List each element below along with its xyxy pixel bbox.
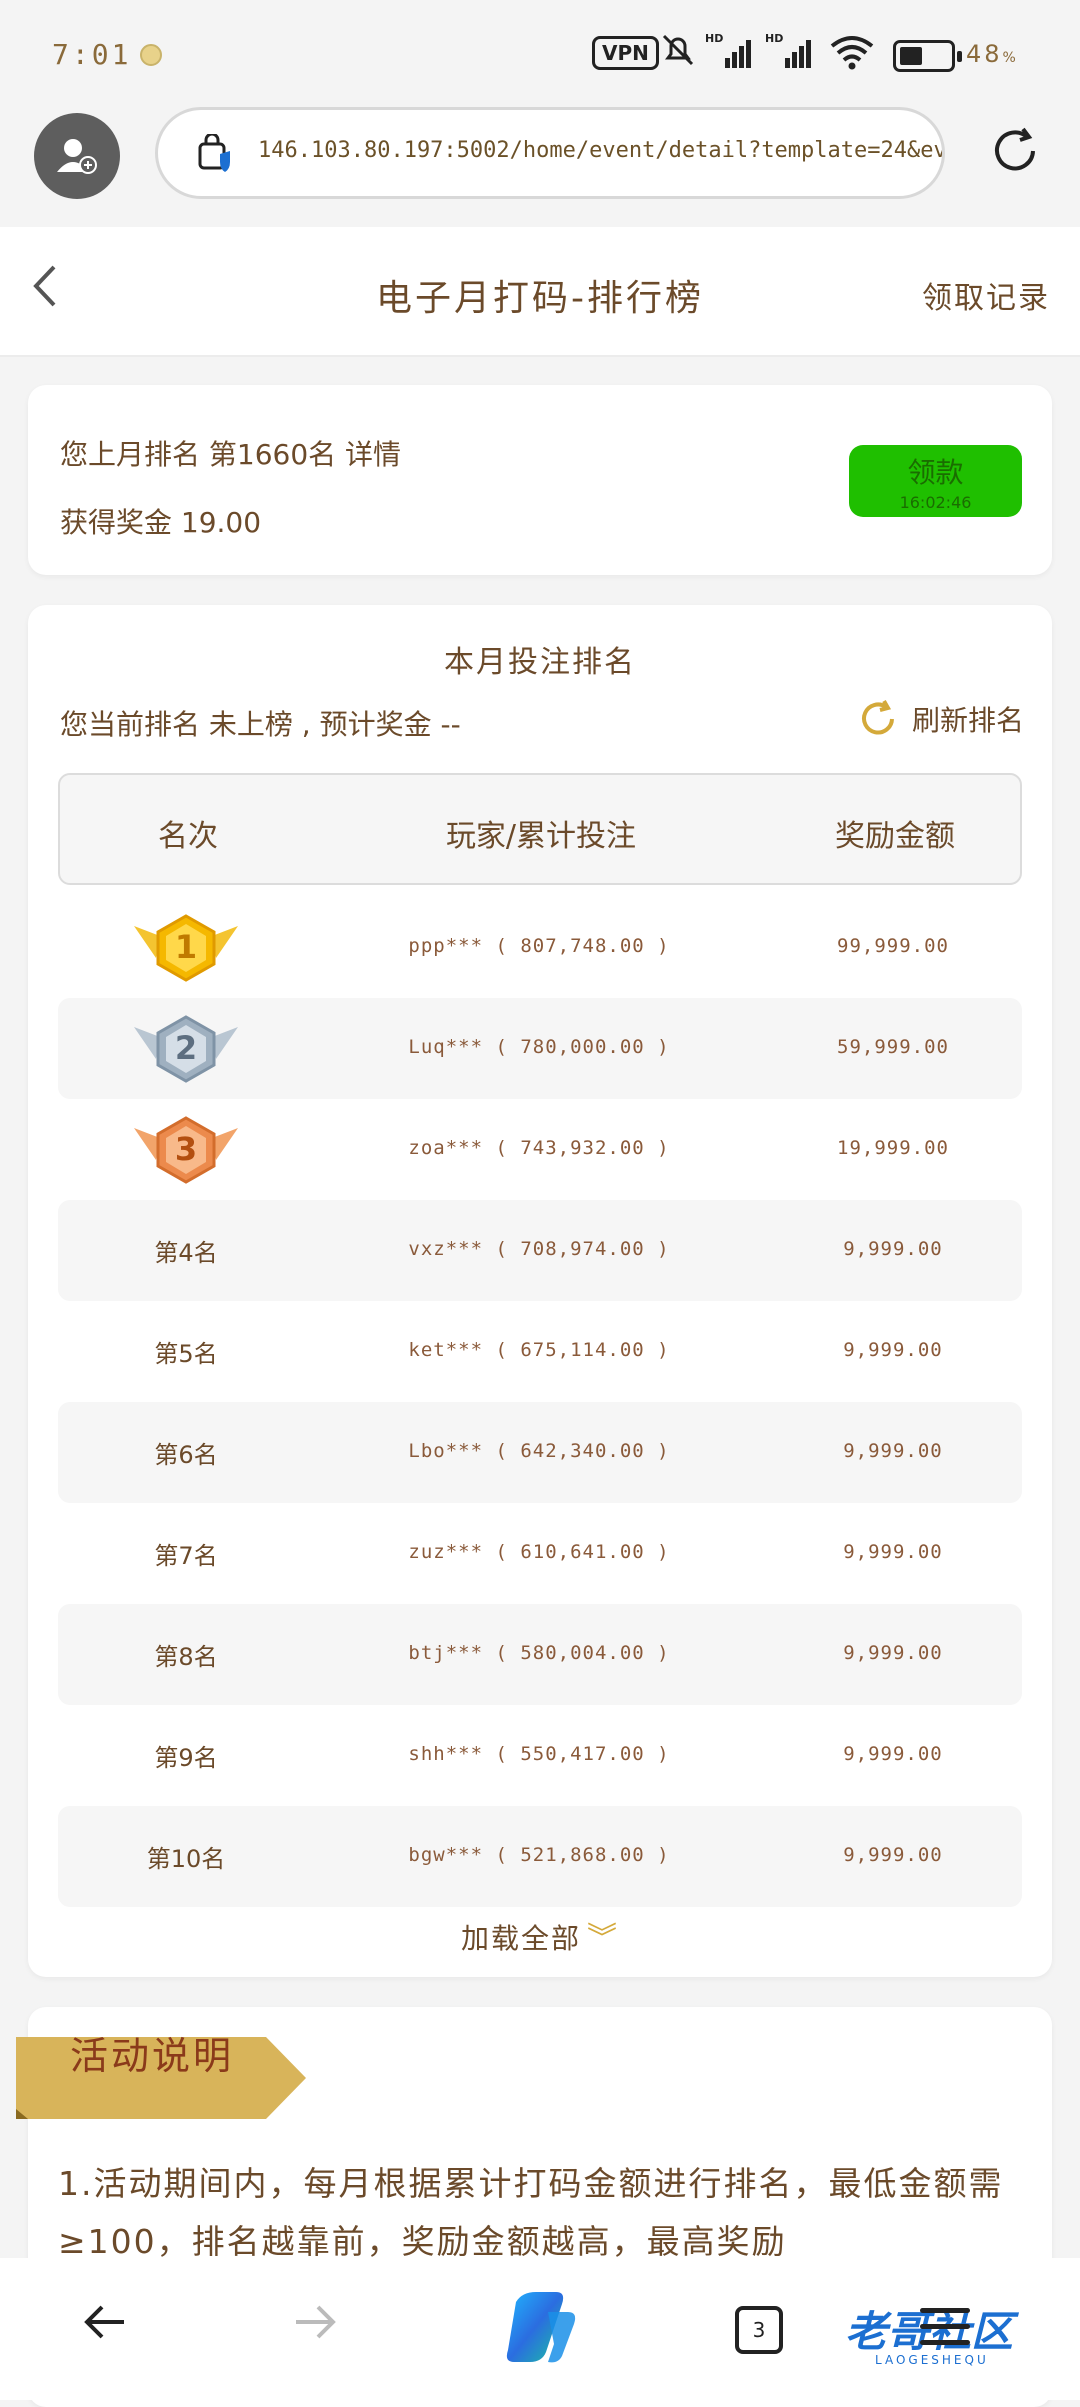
menu-button[interactable] <box>920 2308 970 2356</box>
rank-cell: 第9名 <box>154 1744 218 1772</box>
status-time: 7:01 <box>52 38 132 71</box>
table-header: 名次 玩家/累计投注 奖励金额 <box>58 773 1022 885</box>
nav-back-button[interactable] <box>80 2296 130 2361</box>
player-cell: Luq*** ( 780,000.00 ) <box>408 1036 670 1058</box>
reload-icon <box>995 127 1035 171</box>
bronze-medal-icon: 3 <box>130 1114 242 1186</box>
refresh-icon <box>862 700 894 735</box>
battery-percent: 48% <box>966 40 1019 68</box>
url-text[interactable]: 146.103.80.197:5002/home/event/detail?te… <box>258 138 942 163</box>
load-all-button[interactable]: 加载全部 ︾ <box>28 1913 1052 1957</box>
table-row: 第6名 Lbo*** ( 642,340.00 ) 9,999.00 <box>58 1402 1022 1503</box>
copilot-icon <box>506 2292 576 2363</box>
arrow-right-icon <box>296 2305 336 2339</box>
arrow-left-icon <box>84 2305 124 2339</box>
prize-cell: 9,999.00 <box>843 1743 943 1765</box>
prize-cell: 59,999.00 <box>837 1036 949 1058</box>
table-row: 第10名 bgw*** ( 521,868.00 ) 9,999.00 <box>58 1806 1022 1907</box>
rank-cell: 第10名 <box>146 1845 226 1873</box>
player-cell: Lbo*** ( 642,340.00 ) <box>408 1440 670 1462</box>
rank-cell: 第5名 <box>154 1340 218 1368</box>
vpn-badge: VPN <box>592 36 659 70</box>
ranking-table: 1 ppp*** ( 807,748.00 ) 99,999.00 2 Luq*… <box>58 897 1022 1907</box>
table-row: 第9名 shh*** ( 550,417.00 ) 9,999.00 <box>58 1705 1022 1806</box>
player-cell: shh*** ( 550,417.00 ) <box>408 1743 670 1765</box>
status-bar: 7:01 VPN HD HD 48% <box>0 0 1080 105</box>
svg-text:HD: HD <box>705 32 723 45</box>
prize-cell: 99,999.00 <box>837 935 949 957</box>
table-row: 1 ppp*** ( 807,748.00 ) 99,999.00 <box>58 897 1022 998</box>
reload-button[interactable] <box>985 123 1045 183</box>
refresh-label: 刷新排名 <box>911 704 1024 737</box>
prize-cell: 9,999.00 <box>843 1541 943 1563</box>
battery-icon <box>893 40 962 72</box>
rank-cell: 3 <box>58 1099 314 1200</box>
prize-cell: 19,999.00 <box>837 1137 949 1159</box>
add-user-icon <box>57 139 97 174</box>
player-cell: btj*** ( 580,004.00 ) <box>408 1642 670 1664</box>
player-cell: zoa*** ( 743,932.00 ) <box>408 1137 670 1159</box>
url-bar[interactable]: 146.103.80.197:5002/home/event/detail?te… <box>155 107 945 199</box>
rank-cell: 第7名 <box>154 1542 218 1570</box>
player-cell: zuz*** ( 610,641.00 ) <box>408 1541 670 1563</box>
bonus-text: 获得奖金 19.00 <box>60 506 262 539</box>
security-shield-icon[interactable] <box>196 134 236 174</box>
prize-cell: 9,999.00 <box>843 1440 943 1462</box>
activity-title: 活动说明 <box>70 2034 235 2078</box>
table-row: 3 zoa*** ( 743,932.00 ) 19,999.00 <box>58 1099 1022 1200</box>
copilot-button[interactable] <box>496 2282 584 2370</box>
refresh-ranking-button[interactable]: 刷新排名 <box>858 699 1024 739</box>
prize-cell: 9,999.00 <box>843 1642 943 1664</box>
claim-button[interactable]: 领款 16:02:46 <box>849 445 1022 517</box>
gold-medal-icon: 1 <box>130 912 242 984</box>
player-cell: ket*** ( 675,114.00 ) <box>408 1339 670 1361</box>
signal-hd-1-icon: HD <box>705 32 755 81</box>
ranking-card: 本月投注排名 您当前排名 未上榜 , 预计奖金 -- 刷新排名 名次 玩家/累计… <box>28 605 1052 1977</box>
claim-record-link[interactable]: 领取记录 <box>922 273 1050 317</box>
signal-hd-2-icon: HD <box>765 32 815 81</box>
player-cell: bgw*** ( 521,868.00 ) <box>408 1844 670 1866</box>
page-title: 电子月打码-排行榜 <box>376 278 704 319</box>
table-row: 第7名 zuz*** ( 610,641.00 ) 9,999.00 <box>58 1503 1022 1604</box>
nav-forward-button[interactable] <box>290 2296 340 2361</box>
my-rank-text: 您当前排名 未上榜 , 预计奖金 -- <box>60 708 461 741</box>
last-month-rank-text[interactable]: 您上月排名 第1660名 详情 <box>60 433 401 473</box>
wifi-icon <box>828 32 876 81</box>
table-row: 2 Luq*** ( 780,000.00 ) 59,999.00 <box>58 998 1022 1099</box>
claim-countdown: 16:02:46 <box>899 493 972 512</box>
player-cell: vxz*** ( 708,974.00 ) <box>408 1238 670 1260</box>
table-row: 第4名 vxz*** ( 708,974.00 ) 9,999.00 <box>58 1200 1022 1301</box>
rank-cell: 第4名 <box>154 1239 218 1267</box>
claim-button-label: 领款 <box>907 456 964 489</box>
activity-description: 1.活动期间内，每月根据累计打码金额进行排名，最低金额需≥100，排名越靠前，奖… <box>58 2164 1004 2261</box>
silver-medal-icon: 2 <box>130 1013 242 1085</box>
prize-cell: 9,999.00 <box>843 1238 943 1260</box>
prize-cell: 9,999.00 <box>843 1844 943 1866</box>
load-all-label: 加载全部 <box>460 1922 581 1955</box>
svg-text:HD: HD <box>765 32 783 45</box>
page-header: 电子月打码-排行榜 领取记录 <box>0 227 1080 357</box>
column-header-player: 玩家/累计投注 <box>445 819 637 854</box>
player-cell: ppp*** ( 807,748.00 ) <box>408 935 670 957</box>
browser-toolbar: 146.103.80.197:5002/home/event/detail?te… <box>0 105 1080 227</box>
column-header-rank: 名次 <box>158 819 218 854</box>
rank-cell: 2 <box>58 998 314 1099</box>
browser-bottom-nav: 3 老哥社区 LAOGESHEQU <box>0 2258 1080 2400</box>
column-header-prize: 奖励金额 <box>835 819 955 854</box>
add-profile-button[interactable] <box>34 113 120 199</box>
tab-switcher-button[interactable]: 3 <box>735 2306 783 2354</box>
notification-dot-icon <box>140 44 162 66</box>
last-month-summary-card: 您上月排名 第1660名 详情 获得奖金 19.00 领款 16:02:46 <box>28 385 1052 575</box>
prize-cell: 9,999.00 <box>843 1339 943 1361</box>
double-chevron-down-icon: ︾ <box>587 1921 619 1956</box>
rank-cell: 第8名 <box>154 1643 218 1671</box>
table-row: 第5名 ket*** ( 675,114.00 ) 9,999.00 <box>58 1301 1022 1402</box>
table-row: 第8名 btj*** ( 580,004.00 ) 9,999.00 <box>58 1604 1022 1705</box>
ranking-title: 本月投注排名 <box>444 645 636 680</box>
rank-cell: 1 <box>58 897 314 998</box>
mute-bell-icon <box>660 32 696 77</box>
rank-cell: 第6名 <box>154 1441 218 1469</box>
